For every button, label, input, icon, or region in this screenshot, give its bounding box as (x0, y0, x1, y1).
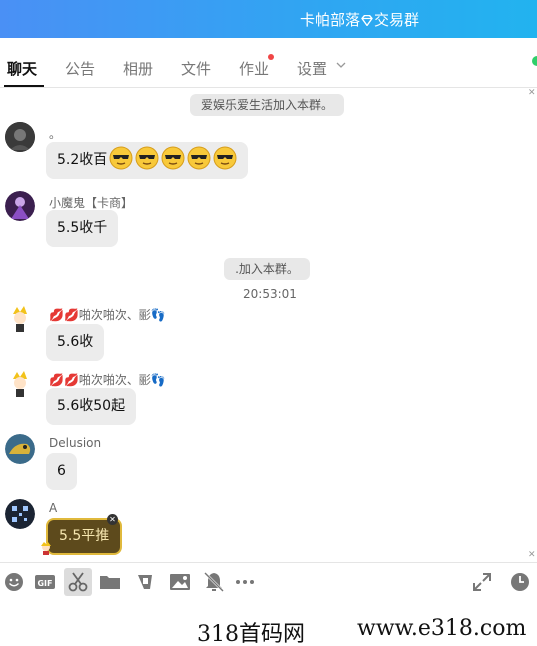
chevron-down-icon[interactable] (336, 62, 346, 69)
avatar[interactable] (5, 304, 35, 334)
tab-chat[interactable]: 聊天 (7, 58, 37, 79)
chat-area[interactable]: ✕ 爱娱乐爱生活加入本群。 。 5.2收百 小魔鬼【卡商】 5.5收千 .加入本… (0, 88, 537, 562)
watermark-left: 318首码网 (197, 622, 305, 646)
lips-icon: 💋💋 (49, 373, 79, 387)
sender-name: A (49, 501, 58, 515)
system-message: 爱娱乐爱生活加入本群。 (190, 94, 344, 116)
scissors-icon (68, 572, 88, 592)
message-text: 6 (57, 463, 66, 479)
sender-name-text: 啪次啪次、彨 (78, 373, 151, 387)
message-text: 5.6收50起 (57, 398, 126, 414)
online-status-dot (532, 56, 537, 66)
sender-name-text: 啪次啪次、彨 (78, 308, 151, 322)
collapse-bottom-icon[interactable]: ✕ (528, 550, 536, 560)
group-title: 卡帕部落 交易群 (300, 9, 419, 30)
message-bubble: 6 (46, 453, 77, 490)
more-icon[interactable] (234, 571, 256, 593)
sender-name: 小魔鬼【卡商】 (49, 196, 134, 210)
avatar[interactable] (5, 499, 35, 529)
image-icon[interactable] (169, 571, 191, 593)
footprint-icon: 👣 (150, 373, 166, 387)
message-text: 5.2收百 (57, 152, 108, 168)
message-bubble: 5.6收 (46, 324, 105, 361)
music-icon[interactable] (134, 571, 156, 593)
tab-album[interactable]: 相册 (123, 58, 153, 79)
gif-icon[interactable]: GIF (34, 571, 56, 593)
sender-name: 💋💋啪次啪次、彨👣 (49, 306, 166, 323)
sunglasses-emoji-icon (135, 146, 159, 170)
tab-announcements[interactable]: 公告 (65, 58, 95, 79)
tab-homework[interactable]: 作业 (239, 58, 269, 79)
sunglasses-emoji-icon (109, 146, 133, 170)
folder-icon[interactable] (99, 571, 121, 593)
tab-files[interactable]: 文件 (181, 58, 211, 79)
footprint-icon: 👣 (150, 308, 166, 322)
title-bar: 卡帕部落 交易群 (0, 0, 537, 38)
message-text: 5.5平推 (59, 528, 110, 544)
sender-name: 💋💋啪次啪次、彨👣 (49, 371, 166, 388)
expand-icon[interactable] (471, 571, 493, 593)
watermark-right: www.e318.com (357, 616, 527, 641)
timestamp: 20:53:01 (243, 287, 297, 301)
svg-text:GIF: GIF (37, 579, 52, 588)
mute-bell-icon[interactable] (203, 571, 225, 593)
scissors-button[interactable] (64, 568, 92, 596)
message-bubble: 5.2收百 (46, 142, 249, 179)
message-text: 5.5收千 (57, 220, 108, 236)
diamond-icon (361, 15, 373, 26)
close-icon[interactable]: ✕ (107, 514, 118, 525)
avatar[interactable] (5, 434, 35, 464)
message-bubble: 5.6收50起 (46, 388, 137, 425)
smiley-icon[interactable] (3, 571, 25, 593)
sender-name: 。 (49, 127, 62, 141)
sunglasses-emoji-icon (161, 146, 185, 170)
input-toolbar: GIF (0, 562, 537, 602)
avatar[interactable] (5, 369, 35, 399)
sender-name: Delusion (49, 436, 102, 450)
system-message: .加入本群。 (224, 258, 310, 280)
avatar[interactable] (5, 191, 35, 221)
sunglasses-emoji-icon (187, 146, 211, 170)
lips-icon: 💋💋 (49, 308, 79, 322)
message-text: 5.6收 (57, 334, 94, 350)
sunglasses-emoji-icon (213, 146, 237, 170)
message-bubble: 5.5收千 (46, 210, 119, 247)
avatar[interactable] (5, 122, 35, 152)
sticker-icon (39, 540, 53, 555)
clock-icon[interactable] (509, 571, 531, 593)
group-title-suffix: 交易群 (374, 11, 420, 29)
collapse-top-icon[interactable]: ✕ (528, 88, 536, 98)
active-tab-indicator (4, 85, 44, 87)
group-title-prefix: 卡帕部落 (300, 11, 361, 29)
notification-dot (268, 54, 274, 60)
tab-settings[interactable]: 设置 (297, 58, 327, 79)
